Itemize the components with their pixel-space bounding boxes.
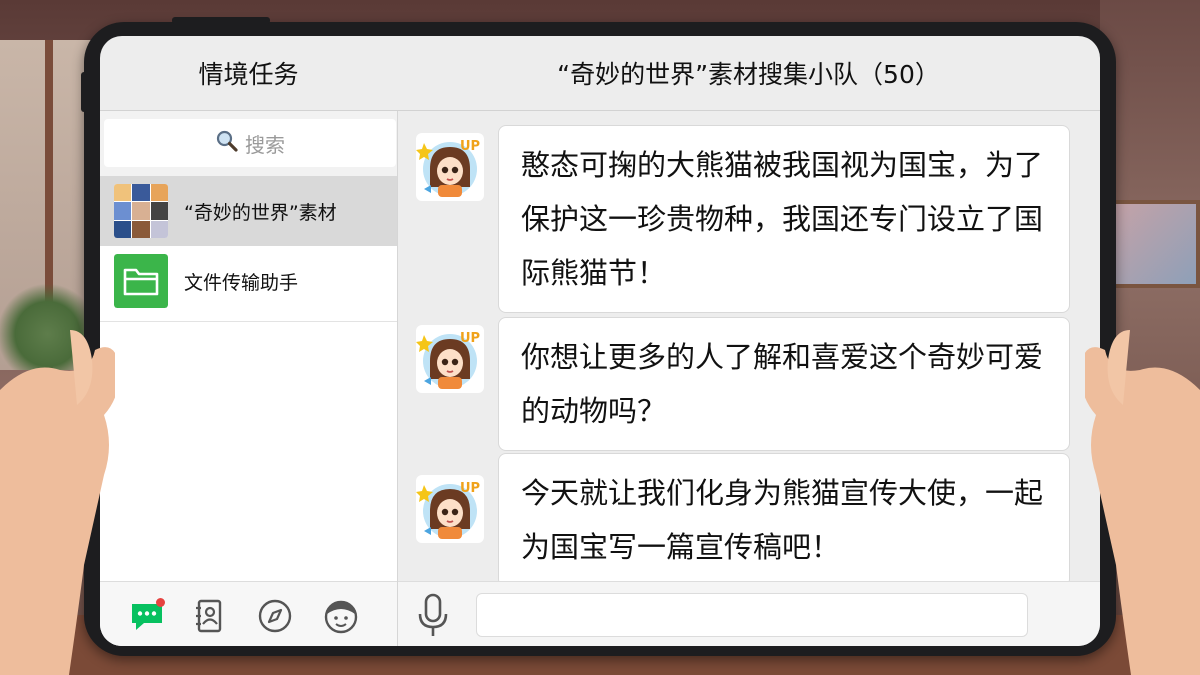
left-hand [0,330,115,675]
conversation-name: 文件传输助手 [184,272,299,294]
tablet-screen: 情境任务 “奇妙的世界”素材搜集小队（50） 搜索 “奇妙的世界”素材 文件传输… [100,36,1100,646]
conversation-item-group[interactable]: “奇妙的世界”素材 [100,176,397,246]
search-area: 搜索 [100,111,397,176]
group-avatar [114,184,168,238]
conversation-item-file-transfer[interactable]: 文件传输助手 [100,246,397,316]
folder-icon [123,268,159,296]
unread-badge [156,598,165,607]
message-bubble: 你想让更多的人了解和喜爱这个奇妙可爱的动物吗？ [498,317,1070,451]
microphone-icon [418,593,448,636]
tablet-power-button [172,17,270,24]
right-hand [1085,330,1200,675]
tab-discover[interactable] [255,596,295,636]
contacts-icon [196,599,222,633]
search-placeholder: 搜索 [245,132,285,157]
avatar-up-badge: UP [460,139,480,154]
tablet-volume-button [81,72,87,112]
sender-avatar[interactable]: UP [416,133,484,201]
message-bubble: 今天就让我们化身为熊猫宣传大使，一起为国宝写一篇宣传稿吧！ [498,453,1070,581]
search-input[interactable]: 搜索 [104,119,396,167]
avatar-up-badge: UP [460,481,480,496]
message-text-input[interactable] [476,593,1028,637]
file-transfer-avatar [114,254,168,308]
voice-input-button[interactable] [416,592,450,640]
chat-message-area: UP 憨态可掬的大熊猫被我国视为国宝，为了保护这一珍贵物种，我国还专门设立了国际… [398,111,1100,581]
compass-icon [258,599,292,633]
sender-avatar[interactable]: UP [416,325,484,393]
message-input-bar [398,581,1100,646]
conversation-list-pane: 搜索 “奇妙的世界”素材 文件传输助手 [100,111,397,646]
bottom-tab-bar [100,581,397,646]
tab-chats[interactable] [127,596,167,636]
left-pane-title: 情境任务 [198,60,299,89]
sender-avatar[interactable]: UP [416,475,484,543]
tab-contacts[interactable] [189,596,229,636]
avatar-up-badge: UP [460,331,480,346]
chat-title: “奇妙的世界”素材搜集小队（50） [557,60,940,89]
profile-face-icon [324,600,358,634]
message-bubble: 憨态可掬的大熊猫被我国视为国宝，为了保护这一珍贵物种，我国还专门设立了国际熊猫节… [498,125,1070,313]
conversation-name: “奇妙的世界”素材 [184,202,337,224]
tab-me[interactable] [321,596,361,636]
list-divider [100,321,397,322]
search-icon [215,129,239,158]
